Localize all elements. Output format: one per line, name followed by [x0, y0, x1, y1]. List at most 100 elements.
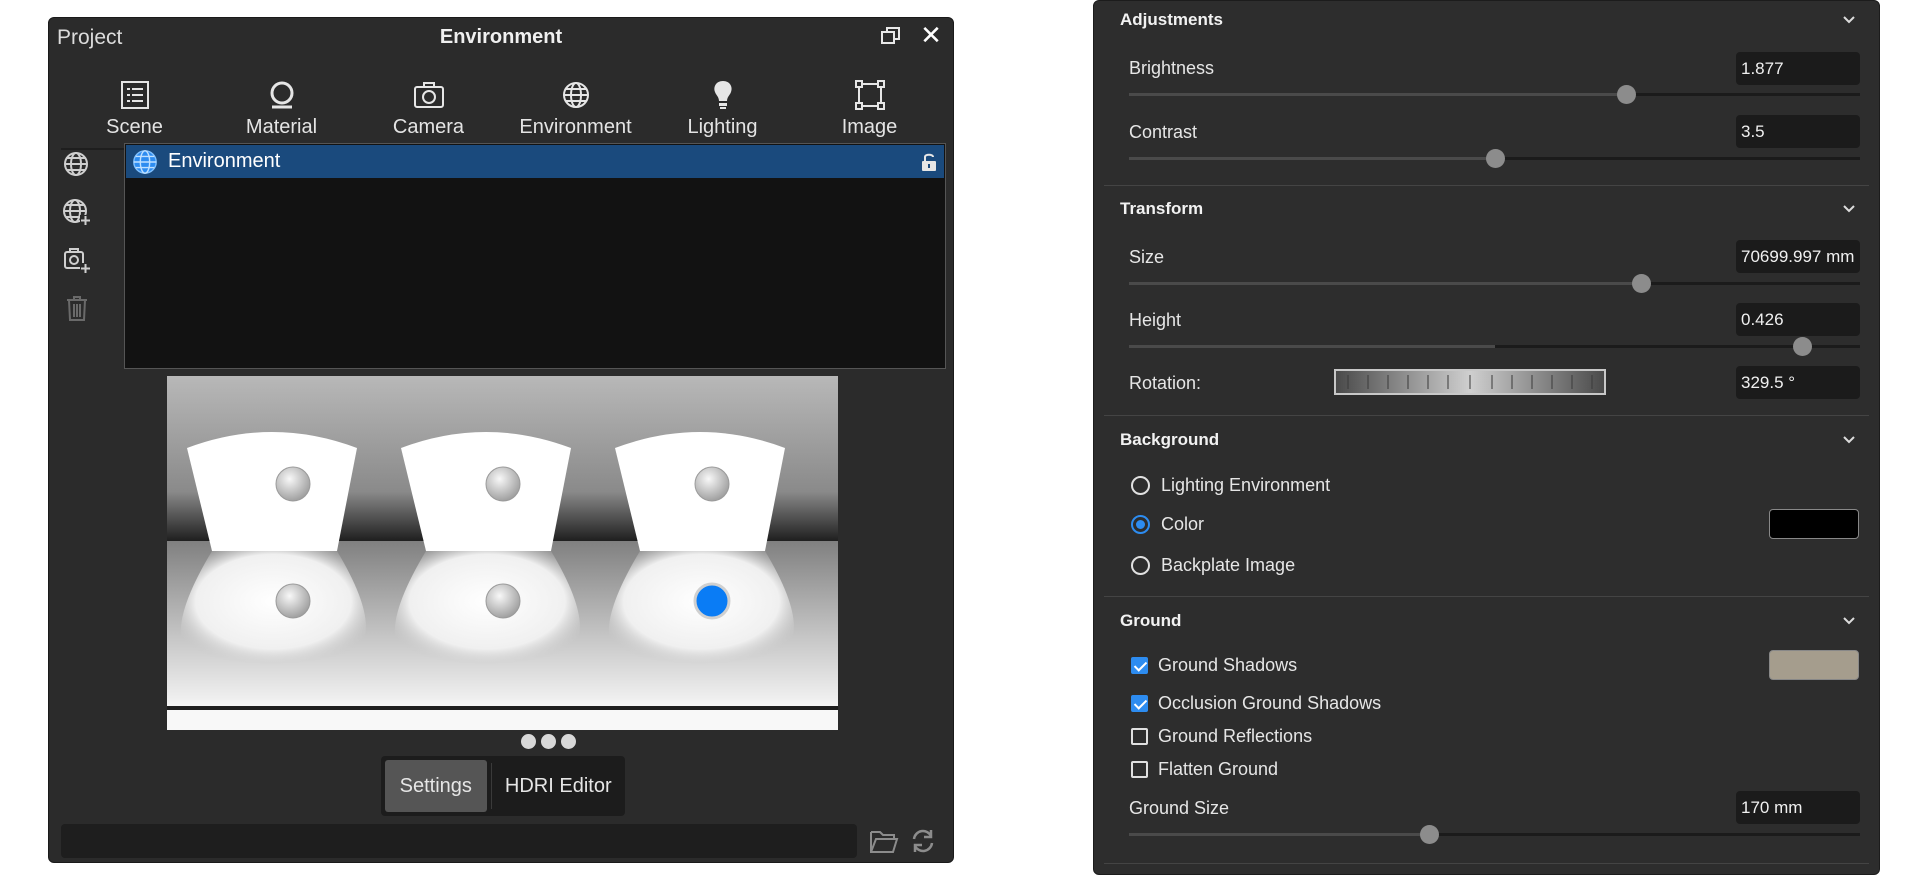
- transform-header[interactable]: Transform: [1094, 191, 1879, 227]
- occlusion-ground-shadows-option[interactable]: Occlusion Ground Shadows: [1131, 693, 1381, 714]
- checkbox[interactable]: [1131, 657, 1148, 674]
- chevron-down-icon: [1843, 205, 1855, 213]
- background-color-swatch[interactable]: [1769, 509, 1859, 539]
- tab-label: Scene: [106, 116, 163, 138]
- rotation-field[interactable]: 329.5 °: [1736, 366, 1860, 399]
- environment-list-item[interactable]: Environment: [126, 145, 944, 178]
- tab-label: Environment: [519, 116, 632, 138]
- more-options-icon[interactable]: [521, 734, 576, 749]
- tab-scene[interactable]: Scene: [61, 60, 208, 148]
- folder-icon[interactable]: [869, 827, 899, 857]
- height-label: Height: [1129, 310, 1182, 330]
- ground-shadows-option[interactable]: Ground Shadows: [1131, 655, 1297, 676]
- camera-icon: [412, 78, 446, 112]
- size-label: Size: [1129, 247, 1165, 267]
- radio-button[interactable]: [1131, 476, 1150, 495]
- chevron-down-icon: [1843, 617, 1855, 625]
- section-title: Ground: [1120, 611, 1182, 630]
- size-field[interactable]: 70699.997 mm: [1736, 240, 1860, 273]
- ground-size-field[interactable]: 170 mm: [1736, 791, 1860, 824]
- lock-icon[interactable]: [920, 152, 938, 172]
- contrast-field[interactable]: 3.5: [1736, 115, 1860, 148]
- tab-camera[interactable]: Camera: [355, 60, 502, 148]
- rotation-label: Rotation:: [1129, 373, 1202, 393]
- material-ball-icon: [265, 78, 299, 112]
- hdri-editor-tab[interactable]: HDRI Editor: [496, 760, 621, 812]
- environment-name: Environment: [168, 150, 281, 172]
- background-header[interactable]: Background: [1094, 422, 1879, 458]
- dot: [561, 734, 576, 749]
- size-slider[interactable]: [1129, 274, 1860, 293]
- contrast-slider[interactable]: [1129, 149, 1860, 168]
- radio-button[interactable]: [1131, 515, 1150, 534]
- slider-thumb[interactable]: [1485, 149, 1505, 168]
- check-label: Flatten Ground: [1158, 759, 1279, 779]
- bulb-icon: [706, 78, 740, 112]
- slider-thumb[interactable]: [1631, 274, 1651, 293]
- brightness-label: Brightness: [1129, 58, 1215, 78]
- radio-label: Backplate Image: [1161, 555, 1296, 575]
- title-bar: Project Environment ✕: [49, 18, 953, 58]
- checkbox[interactable]: [1131, 695, 1148, 712]
- radio-lighting-environment[interactable]: Lighting Environment: [1131, 475, 1330, 496]
- chevron-down-icon: [1843, 16, 1855, 24]
- main-tabs: Scene Material Camera Environment Lighti…: [61, 60, 943, 150]
- slider-fill: [1129, 157, 1495, 160]
- height-field[interactable]: 0.426: [1736, 303, 1860, 336]
- restore-window-icon[interactable]: [879, 24, 903, 48]
- section-title: Background: [1120, 430, 1220, 449]
- slider-thumb[interactable]: [1617, 85, 1637, 104]
- tab-material[interactable]: Material: [208, 60, 355, 148]
- panel-title: Environment: [439, 26, 563, 48]
- tab-environment[interactable]: Environment: [502, 60, 649, 150]
- slider-fill: [1129, 282, 1641, 285]
- ground-size-label: Ground Size: [1129, 798, 1230, 818]
- separator: [490, 763, 492, 809]
- ground-header[interactable]: Ground: [1094, 603, 1879, 639]
- close-icon[interactable]: ✕: [917, 21, 945, 49]
- environment-list: Environment: [124, 143, 946, 369]
- divider: [1104, 596, 1869, 597]
- divider: [1104, 863, 1869, 864]
- slider-fill: [1129, 833, 1429, 836]
- radio-backplate-image[interactable]: Backplate Image: [1131, 555, 1295, 576]
- tab-label: Lighting: [687, 116, 758, 138]
- tab-label: Camera: [392, 116, 465, 138]
- import-environment-icon[interactable]: [59, 146, 95, 182]
- radio-label: Lighting Environment: [1161, 475, 1331, 495]
- radio-label: Color: [1161, 514, 1205, 534]
- slider-thumb[interactable]: [1419, 825, 1439, 844]
- brightness-field[interactable]: 1.877: [1736, 52, 1860, 85]
- check-label: Ground Reflections: [1158, 726, 1313, 746]
- brightness-slider[interactable]: [1129, 85, 1860, 104]
- check-label: Ground Shadows: [1158, 655, 1298, 675]
- tab-image[interactable]: Image: [796, 60, 943, 148]
- flatten-ground-option[interactable]: Flatten Ground: [1131, 759, 1278, 780]
- check-label: Occlusion Ground Shadows: [1158, 693, 1382, 713]
- settings-tab[interactable]: Settings: [385, 760, 487, 812]
- file-path-field[interactable]: [61, 824, 857, 858]
- radio-button[interactable]: [1131, 556, 1150, 575]
- adjustments-header[interactable]: Adjustments: [1094, 2, 1879, 38]
- dot: [541, 734, 556, 749]
- ground-reflections-option[interactable]: Ground Reflections: [1131, 726, 1312, 747]
- add-environment-icon[interactable]: [59, 194, 95, 230]
- environment-panel: Project Environment ✕ Scene Material Cam…: [48, 17, 954, 863]
- tab-lighting[interactable]: Lighting: [649, 60, 796, 148]
- refresh-icon[interactable]: [909, 827, 939, 857]
- contrast-label: Contrast: [1129, 122, 1198, 142]
- duplicate-environment-icon[interactable]: [59, 242, 95, 278]
- dot: [521, 734, 536, 749]
- checkbox[interactable]: [1131, 761, 1148, 778]
- rotation-dial[interactable]: [1334, 369, 1606, 395]
- checkbox[interactable]: [1131, 728, 1148, 745]
- ground-size-slider[interactable]: [1129, 825, 1860, 844]
- chevron-down-icon: [1843, 436, 1855, 444]
- hdri-preview[interactable]: [167, 376, 838, 730]
- shadow-color-swatch[interactable]: [1769, 650, 1859, 680]
- trash-icon[interactable]: [59, 290, 95, 326]
- globe-icon: [559, 78, 593, 112]
- height-slider[interactable]: [1129, 337, 1860, 356]
- radio-color[interactable]: Color: [1131, 514, 1204, 535]
- slider-thumb[interactable]: [1792, 337, 1812, 356]
